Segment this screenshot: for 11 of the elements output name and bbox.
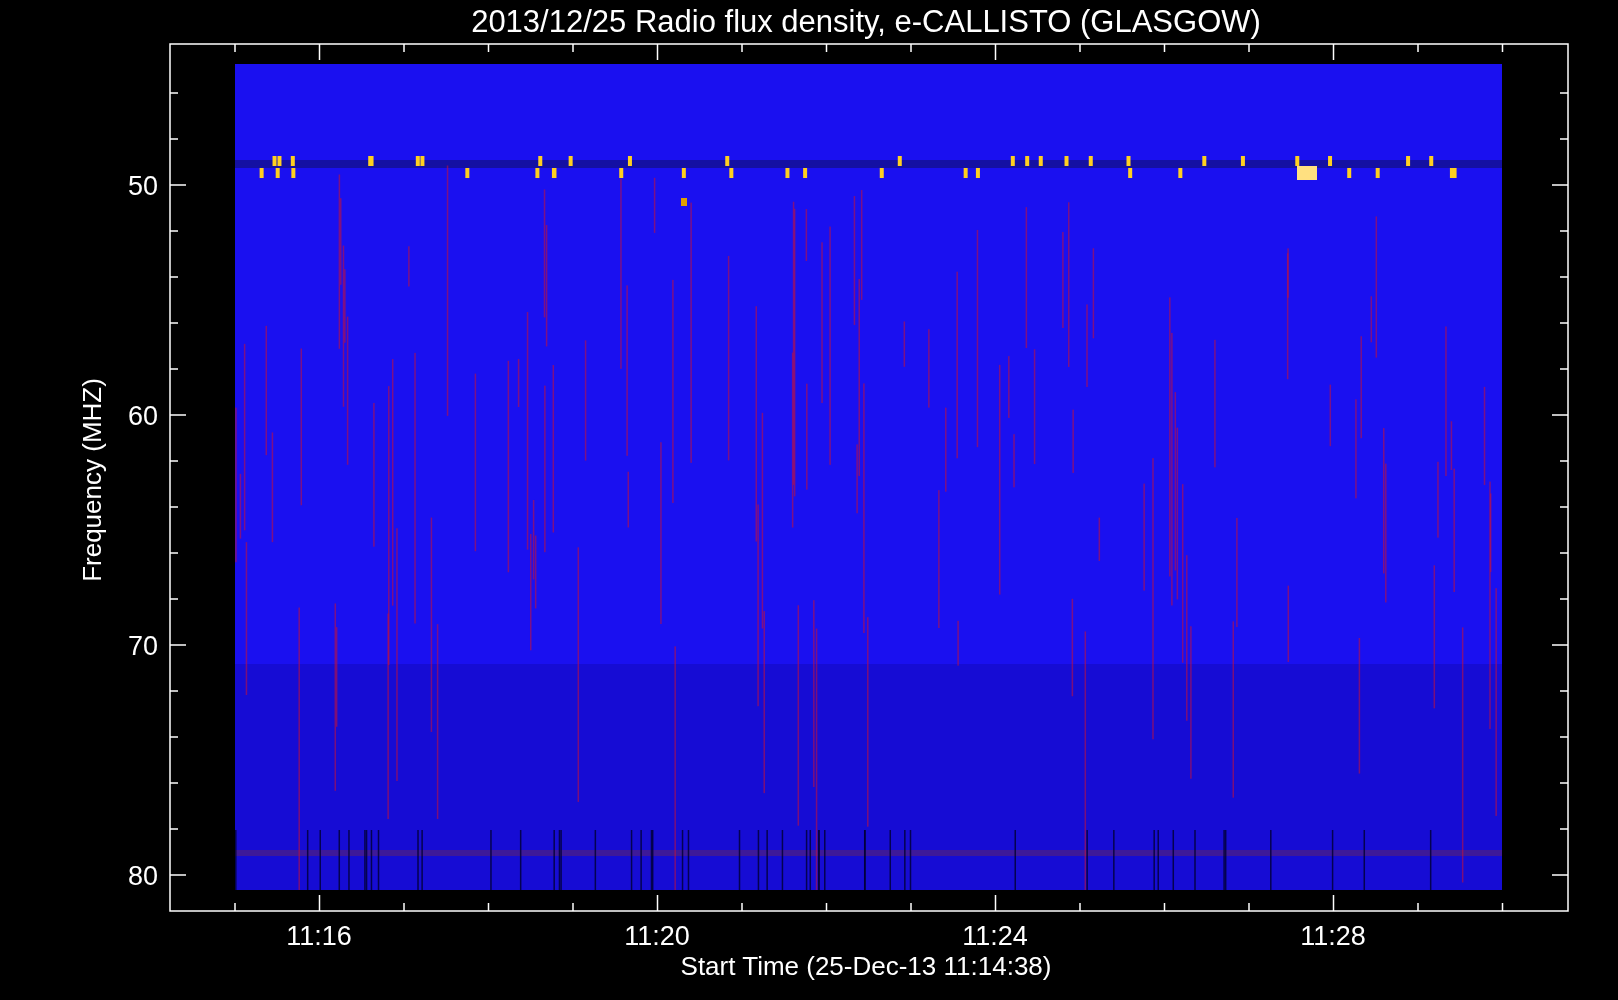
y-tick-label: 50 bbox=[127, 171, 158, 201]
x-tick-label: 11:16 bbox=[286, 921, 352, 951]
y-axis-label: Frequency (MHZ) bbox=[77, 378, 107, 582]
y-tick-label: 70 bbox=[127, 631, 158, 661]
chart-title: 2013/12/25 Radio flux density, e-CALLISTO (GLASGOW) bbox=[471, 4, 1261, 39]
x-tick-label: 11:20 bbox=[624, 921, 690, 951]
x-tick-label: 11:24 bbox=[962, 921, 1028, 951]
y-tick-label: 80 bbox=[127, 861, 158, 891]
y-tick-label: 60 bbox=[127, 401, 158, 431]
x-tick-label: 11:28 bbox=[1300, 921, 1366, 951]
x-axis-label: Start Time (25-Dec-13 11:14:38) bbox=[680, 951, 1052, 981]
